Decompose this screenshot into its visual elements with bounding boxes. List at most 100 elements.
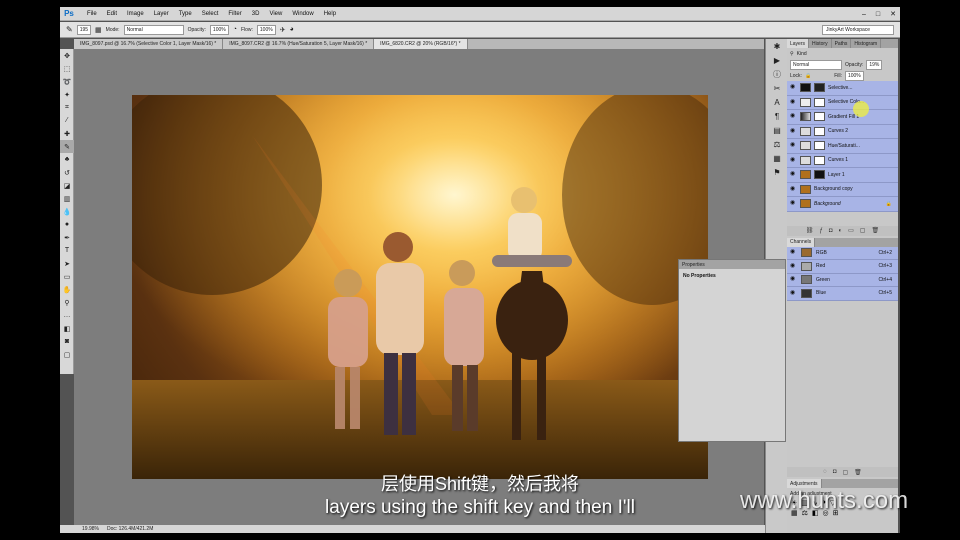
menu-window[interactable]: Window [287, 11, 318, 17]
mode-dropdown[interactable]: Normal [123, 24, 184, 35]
menu-3d[interactable]: 3D [247, 11, 265, 17]
channel-row[interactable]: ◉ Green Ctrl+4 [787, 273, 898, 287]
airbrush-icon[interactable]: ✈ [280, 26, 286, 34]
tab-paths[interactable]: Paths [832, 39, 852, 48]
move-tool-icon[interactable]: ✥ [60, 49, 74, 62]
close-button[interactable]: ✕ [890, 10, 896, 18]
tab-history[interactable]: History [809, 39, 832, 48]
brush-tool-icon[interactable]: ✎ [60, 140, 74, 153]
new-group-icon[interactable]: ▭ [848, 227, 854, 234]
fill-field[interactable]: 100% [844, 70, 864, 81]
filter-kind-dropdown[interactable]: Kind [797, 51, 807, 57]
layer-row[interactable]: ◉ Hue/Saturati... [787, 139, 898, 154]
minimize-button[interactable]: – [862, 11, 866, 18]
eye-icon[interactable]: ◉ [790, 113, 797, 120]
blend-mode-dropdown[interactable]: Normal [790, 59, 842, 70]
eye-icon[interactable]: ◉ [790, 99, 797, 106]
opacity-field[interactable]: 100% [209, 24, 229, 35]
styles-icon[interactable]: ⚑ [766, 165, 788, 179]
history-brush-tool-icon[interactable]: ↺ [60, 166, 74, 179]
workspace-switcher[interactable]: JinkyArt Workspace [822, 25, 894, 35]
tab-histogram[interactable]: Histogram [851, 39, 882, 48]
tab-channels[interactable]: Channels [787, 237, 816, 247]
menu-help[interactable]: Help [319, 11, 341, 17]
zoom-tool-icon[interactable]: ⚲ [60, 296, 74, 309]
new-adjustment-icon[interactable]: ◐ [839, 228, 843, 234]
link-layers-icon[interactable]: ⛓ [806, 227, 814, 234]
eye-icon[interactable]: ◉ [790, 249, 797, 256]
zoom-level[interactable]: 19.98% [82, 526, 99, 532]
lock-icon[interactable]: 🔒 [805, 73, 811, 79]
layer-row[interactable]: ◉ Layer 1 [787, 168, 898, 183]
eye-icon[interactable]: ◉ [790, 200, 797, 207]
type-tool-icon[interactable]: T [60, 244, 74, 257]
eye-icon[interactable]: ◉ [790, 290, 797, 297]
new-layer-icon[interactable]: ▢ [860, 227, 866, 234]
quick-select-tool-icon[interactable]: ✦ [60, 88, 74, 101]
doc-tab-3[interactable]: IMG_6820.CR2 @ 20% (RGB/16*) * [374, 39, 468, 49]
menu-file[interactable]: File [82, 11, 102, 17]
pen-tool-icon[interactable]: ✒ [60, 231, 74, 244]
layer-row[interactable]: ◉ Background 🔒 [787, 197, 898, 212]
menu-view[interactable]: View [264, 11, 287, 17]
flow-field[interactable]: 100% [256, 24, 276, 35]
maximize-button[interactable]: □ [876, 11, 880, 18]
layer-row[interactable]: ◉ Selective... [787, 81, 898, 96]
layer-row[interactable]: ◉ Curves 1 [787, 153, 898, 168]
channel-row[interactable]: ◉ Blue Ctrl+5 [787, 287, 898, 301]
healing-tool-icon[interactable]: ✚ [60, 127, 74, 140]
doc-tab-1[interactable]: IMG_8097.psd @ 16.7% (Selective Color 1,… [74, 39, 224, 49]
eyedropper-tool-icon[interactable]: ⁄ [60, 114, 74, 127]
clone-stamp-tool-icon[interactable]: ♣ [60, 153, 74, 166]
menu-select[interactable]: Select [197, 11, 224, 17]
layer-row[interactable]: ◉ Selective Colo... [787, 95, 898, 110]
shape-tool-icon[interactable]: ▭ [60, 270, 74, 283]
menu-filter[interactable]: Filter [223, 11, 246, 17]
play-action-icon[interactable]: ▶ [766, 53, 788, 67]
swatches-icon[interactable]: ▦ [766, 151, 788, 165]
properties-title[interactable]: Properties [682, 262, 705, 268]
quick-mask-icon[interactable]: ◙ [60, 335, 74, 348]
menu-type[interactable]: Type [174, 11, 197, 17]
lasso-tool-icon[interactable]: ➰ [60, 75, 74, 88]
eye-icon[interactable]: ◉ [790, 157, 797, 164]
eye-icon[interactable]: ◉ [790, 276, 797, 283]
add-mask-icon[interactable]: ◘ [829, 228, 833, 234]
eye-icon[interactable]: ◉ [790, 263, 797, 270]
tab-layers[interactable]: Layers [787, 39, 810, 48]
eye-icon[interactable]: ◉ [790, 84, 797, 91]
paragraph-icon[interactable]: ¶ [766, 109, 788, 123]
doc-tab-2[interactable]: IMG_8097.CR2 @ 16.7% (Hue/Saturation 5, … [223, 39, 375, 49]
brush-preset-icon[interactable]: ✱ [766, 39, 788, 53]
eye-icon[interactable]: ◉ [790, 186, 797, 193]
eye-icon[interactable]: ◉ [790, 142, 797, 149]
tools-preset-icon[interactable]: ✂ [766, 81, 788, 95]
menu-edit[interactable]: Edit [102, 11, 122, 17]
photo-canvas[interactable] [132, 95, 708, 479]
brush-panel-icon[interactable]: ▦ [95, 26, 102, 34]
blur-tool-icon[interactable]: 💧 [60, 205, 74, 218]
dodge-tool-icon[interactable]: ● [60, 218, 74, 231]
marquee-tool-icon[interactable]: ⬚ [60, 62, 74, 75]
screen-mode-icon[interactable]: ▢ [60, 348, 74, 361]
eye-icon[interactable]: ◉ [790, 171, 797, 178]
hand-tool-icon[interactable]: ✋ [60, 283, 74, 296]
pressure-size-icon[interactable]: ◕ [290, 26, 294, 33]
fx-icon[interactable]: ƒ [820, 228, 823, 234]
eraser-tool-icon[interactable]: ◪ [60, 179, 74, 192]
channel-row[interactable]: ◉ Red Ctrl+3 [787, 260, 898, 274]
clone-source-icon[interactable]: ⚖ [766, 137, 788, 151]
doc-size-info[interactable]: Doc: 126.4M/421.2M [107, 526, 153, 532]
layer-row[interactable]: ◉ Curves 2 [787, 124, 898, 139]
menu-image[interactable]: Image [122, 11, 149, 17]
brush-size-picker[interactable]: 195 [76, 24, 92, 35]
crop-tool-icon[interactable]: ⌗ [60, 101, 74, 114]
color-swatch-icon[interactable]: ◧ [60, 322, 74, 335]
gradient-tool-icon[interactable]: ▥ [60, 192, 74, 205]
pressure-opacity-icon[interactable]: ◔ [233, 26, 237, 33]
layer-row[interactable]: ◉ Background copy [787, 182, 898, 197]
info-icon[interactable]: ⓘ [766, 67, 788, 81]
notes-icon[interactable]: ▤ [766, 123, 788, 137]
path-select-tool-icon[interactable]: ➤ [60, 257, 74, 270]
character-icon[interactable]: A [766, 95, 788, 109]
